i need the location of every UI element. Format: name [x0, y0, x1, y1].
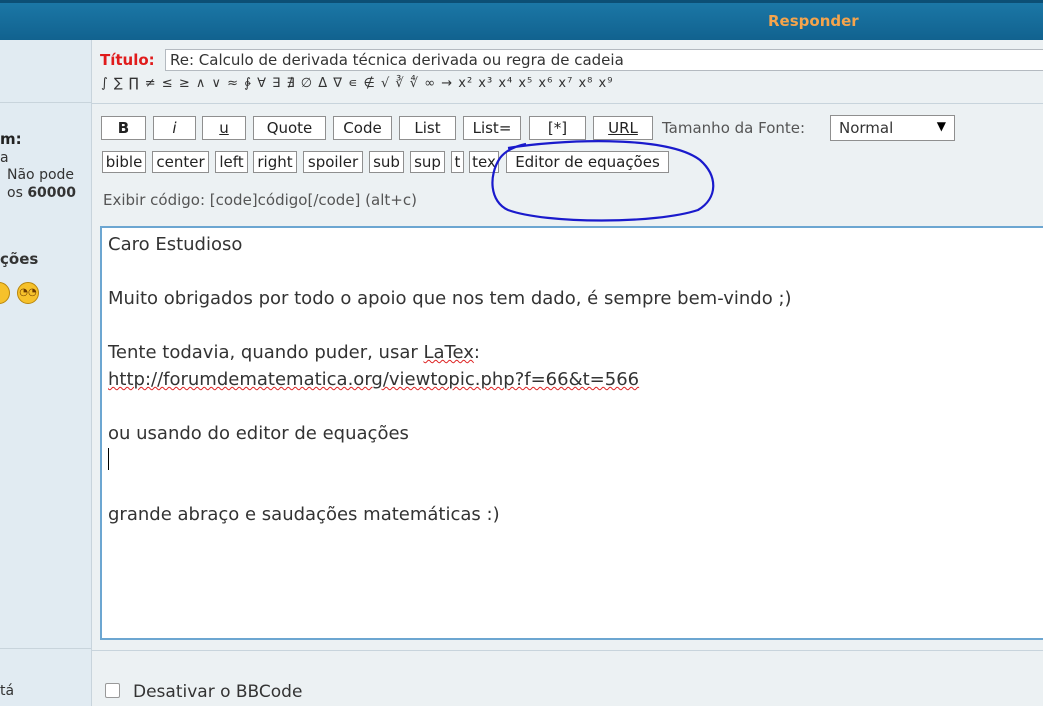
message-line: Muito obrigados por todo o apoio que nos… [108, 288, 792, 309]
center-button[interactable]: center [152, 151, 209, 173]
bold-button[interactable]: B [101, 116, 146, 140]
dropdown-arrow-icon: ▼ [936, 119, 946, 133]
column-divider [91, 40, 92, 706]
sidebar-text: tá [0, 683, 15, 699]
t-button[interactable]: t [451, 151, 464, 173]
sub-button[interactable]: sub [369, 151, 404, 173]
title-input[interactable] [165, 49, 1043, 71]
message-line: Caro Estudioso [108, 234, 243, 255]
sup-button[interactable]: sup [410, 151, 445, 173]
sidebar-text: os 60000 [7, 185, 77, 201]
code-shortcut-hint: Exibir código: [code]código[/code] (alt+… [103, 191, 417, 209]
message-textarea[interactable]: Caro Estudioso Muito obrigados por todo … [100, 226, 1043, 640]
message-line: Tente todavia, quando puder, usar LaTex: [108, 342, 480, 363]
list-button[interactable]: List [399, 116, 456, 140]
row-divider [92, 650, 1043, 651]
highlight-circle-annotation [491, 140, 715, 222]
disable-bbcode-label: Desativar o BBCode [133, 682, 303, 702]
bible-button[interactable]: bible [102, 151, 146, 173]
disable-bbcode-checkbox[interactable] [105, 683, 120, 698]
sidebar-text: a [0, 150, 9, 166]
spoiler-button[interactable]: spoiler [303, 151, 363, 173]
italic-button[interactable]: i [153, 116, 196, 140]
font-size-label: Tamanho da Fonte: [662, 119, 806, 137]
sidebar-divider [0, 102, 91, 103]
right-button[interactable]: right [253, 151, 297, 173]
math-symbols-bar[interactable]: ∫ ∑ ∏ ≠ ≤ ≥ ∧ ∨ ≈ ∲ ∀ ∃ ∄ ∅ Δ ∇ ∊ ∉ √ ∛ … [101, 76, 613, 91]
sidebar-heading: m: [0, 130, 22, 148]
sidebar-divider [0, 648, 91, 649]
message-line: grande abraço e saudações matemáticas :) [108, 504, 500, 525]
left-button[interactable]: left [215, 151, 248, 173]
header-title: Responder [768, 12, 859, 30]
sidebar-text: Não pode [7, 167, 75, 183]
font-size-select[interactable]: Normal ▼ [830, 115, 955, 141]
message-link: http://forumdematematica.org/viewtopic.p… [108, 369, 640, 390]
message-line: ou usando do editor de equações [108, 423, 409, 444]
title-label: Título: [100, 51, 155, 69]
row-divider [92, 103, 1043, 104]
header-bar: Responder [0, 0, 1043, 40]
text-cursor [108, 448, 109, 470]
sidebar-section-heading: ções [0, 250, 39, 268]
quote-button[interactable]: Quote [253, 116, 326, 140]
frown-smiley-icon[interactable]: ◔◔ [17, 282, 39, 304]
code-button[interactable]: Code [333, 116, 392, 140]
underline-button[interactable]: u [202, 116, 246, 140]
